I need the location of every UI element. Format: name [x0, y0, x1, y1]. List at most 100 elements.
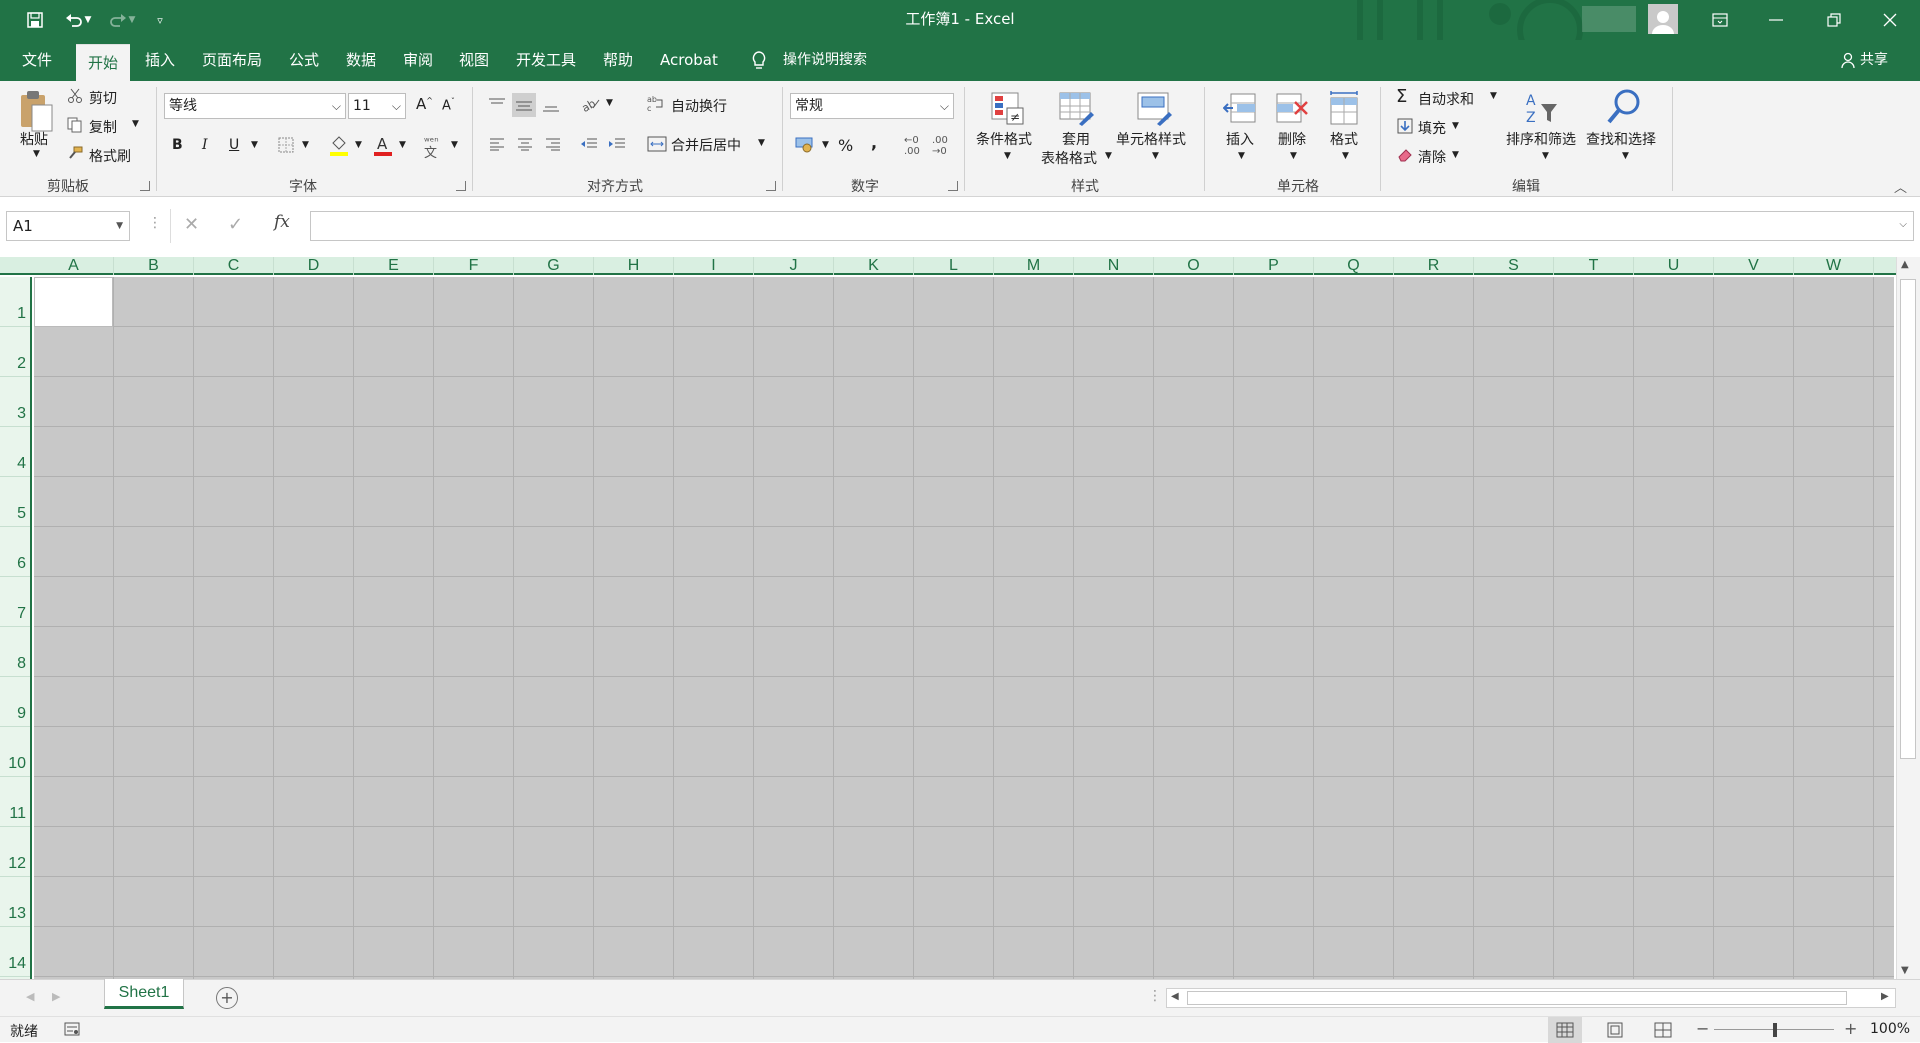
accounting-dropdown-icon[interactable]: ▼	[822, 140, 829, 150]
sort-filter-button[interactable]: 排序和筛选	[1506, 129, 1576, 149]
row-header-10[interactable]: 10	[0, 727, 30, 777]
column-header-i[interactable]: I	[674, 257, 754, 275]
font-size-combo[interactable]: 11 ⌵	[348, 93, 406, 119]
delete-cells-button[interactable]: 删除	[1278, 129, 1306, 149]
menu-file[interactable]: 文件	[22, 40, 52, 81]
column-header-g[interactable]: G	[514, 257, 594, 275]
percent-button[interactable]: %	[838, 136, 853, 155]
fill-color-icon[interactable]	[328, 133, 350, 157]
menu-page-layout[interactable]: 页面布局	[202, 40, 262, 81]
customize-qat-icon[interactable]: ▿	[150, 8, 170, 32]
zoom-level[interactable]: 100%	[1870, 1021, 1910, 1037]
horizontal-scrollbar[interactable]: ◀ ▶	[1166, 988, 1896, 1008]
phonetic-dropdown-icon[interactable]: ▼	[451, 140, 458, 150]
font-launcher-icon[interactable]	[456, 181, 466, 191]
row-header-13[interactable]: 13	[0, 877, 30, 927]
formula-bar-drag-handle[interactable]: ⋮	[148, 215, 162, 231]
column-header-j[interactable]: J	[754, 257, 834, 275]
horizontal-scroll-thumb[interactable]	[1187, 991, 1847, 1005]
sheet-tab-sheet1[interactable]: Sheet1	[104, 979, 184, 1009]
ribbon-display-options-icon[interactable]	[1692, 0, 1748, 40]
zoom-out-button[interactable]: −	[1696, 1019, 1709, 1038]
orientation-dropdown-icon[interactable]: ▼	[606, 98, 613, 108]
minimize-icon[interactable]	[1748, 0, 1804, 40]
scroll-right-icon[interactable]: ▶	[1881, 991, 1889, 1002]
row-header-6[interactable]: 6	[0, 527, 30, 577]
macro-record-icon[interactable]	[64, 1022, 80, 1036]
column-header-t[interactable]: T	[1554, 257, 1634, 275]
column-header-n[interactable]: N	[1074, 257, 1154, 275]
clear-dropdown-icon[interactable]: ▼	[1452, 150, 1459, 160]
autosum-button[interactable]: 自动求和	[1418, 89, 1474, 109]
copy-dropdown-icon[interactable]: ▼	[132, 119, 139, 129]
merge-dropdown-icon[interactable]: ▼	[758, 138, 765, 148]
column-header-r[interactable]: R	[1394, 257, 1474, 275]
menu-view[interactable]: 视图	[459, 40, 489, 81]
column-header-w[interactable]: W	[1794, 257, 1874, 275]
undo-icon[interactable]: ▼	[60, 8, 96, 32]
font-name-combo[interactable]: 等线 ⌵	[164, 93, 346, 119]
tell-me-search[interactable]: 操作说明搜索	[783, 40, 867, 81]
format-dropdown-icon[interactable]: ▼	[1342, 151, 1349, 161]
underline-button[interactable]: U	[229, 137, 239, 153]
conditional-format-button[interactable]: 条件格式	[976, 129, 1032, 149]
number-format-combo[interactable]: 常规 ⌵	[790, 93, 954, 119]
comma-button[interactable]: ,	[871, 133, 877, 152]
increase-indent-icon[interactable]	[606, 133, 628, 155]
align-right-icon[interactable]	[542, 133, 564, 155]
fill-button[interactable]: 填充	[1418, 118, 1446, 138]
column-header-k[interactable]: K	[834, 257, 914, 275]
sort-filter-dropdown-icon[interactable]: ▼	[1542, 151, 1549, 161]
clear-button[interactable]: 清除	[1418, 147, 1446, 167]
vertical-scrollbar[interactable]: ▲ ▼	[1896, 257, 1920, 979]
name-box-dropdown-icon[interactable]: ▼	[116, 212, 123, 240]
zoom-slider-thumb[interactable]	[1773, 1023, 1777, 1037]
row-header-1[interactable]: 1	[0, 277, 30, 327]
cut-button[interactable]: 剪切	[89, 88, 117, 108]
alignment-launcher-icon[interactable]	[766, 181, 776, 191]
align-middle-icon[interactable]	[512, 93, 536, 117]
find-select-button[interactable]: 查找和选择	[1586, 129, 1656, 149]
collapse-ribbon-icon[interactable]: ︿	[1894, 177, 1907, 196]
format-as-table-button-line1[interactable]: 套用	[1062, 129, 1090, 149]
increase-font-icon[interactable]: A^	[416, 95, 433, 113]
decrease-font-icon[interactable]: Aˇ	[442, 97, 455, 113]
expand-formula-icon[interactable]: ⌵	[1899, 219, 1907, 230]
underline-dropdown-icon[interactable]: ▼	[251, 140, 258, 150]
vertical-scroll-thumb[interactable]	[1900, 279, 1916, 759]
font-color-dropdown-icon[interactable]: ▼	[399, 140, 406, 150]
menu-data[interactable]: 数据	[346, 40, 376, 81]
column-header-h[interactable]: H	[594, 257, 674, 275]
next-sheet-icon[interactable]: ▶	[52, 990, 60, 1003]
insert-cells-button[interactable]: 插入	[1226, 129, 1254, 149]
column-header-p[interactable]: P	[1234, 257, 1314, 275]
column-header-v[interactable]: V	[1714, 257, 1794, 275]
menu-help[interactable]: 帮助	[603, 40, 633, 81]
row-header-5[interactable]: 5	[0, 477, 30, 527]
orientation-icon[interactable]: ab	[580, 93, 602, 115]
column-header-s[interactable]: S	[1474, 257, 1554, 275]
align-left-icon[interactable]	[486, 133, 508, 155]
column-header-u[interactable]: U	[1634, 257, 1714, 275]
scroll-down-icon[interactable]: ▼	[1901, 965, 1909, 976]
phonetic-guide-icon[interactable]: ʷᵉⁿ 文	[424, 135, 439, 167]
cell-styles-button[interactable]: 单元格样式	[1116, 129, 1186, 149]
column-header-l[interactable]: L	[914, 257, 994, 275]
clipboard-launcher-icon[interactable]	[140, 181, 150, 191]
row-header-2[interactable]: 2	[0, 327, 30, 377]
row-header-3[interactable]: 3	[0, 377, 30, 427]
column-header-d[interactable]: D	[274, 257, 354, 275]
cell-styles-dropdown-icon[interactable]: ▼	[1152, 151, 1159, 161]
align-center-icon[interactable]	[514, 133, 536, 155]
format-cells-button[interactable]: 格式	[1330, 129, 1358, 149]
save-icon[interactable]	[24, 8, 46, 32]
copy-button[interactable]: 复制	[89, 117, 117, 137]
paste-dropdown-icon[interactable]: ▼	[33, 149, 40, 159]
page-layout-view-icon[interactable]	[1606, 1022, 1624, 1038]
share-button[interactable]: 共享	[1860, 40, 1888, 81]
scroll-left-icon[interactable]: ◀	[1171, 991, 1179, 1002]
conditional-dropdown-icon[interactable]: ▼	[1004, 151, 1011, 161]
close-icon[interactable]	[1862, 0, 1918, 40]
menu-insert[interactable]: 插入	[145, 40, 175, 81]
decrease-indent-icon[interactable]	[578, 133, 600, 155]
